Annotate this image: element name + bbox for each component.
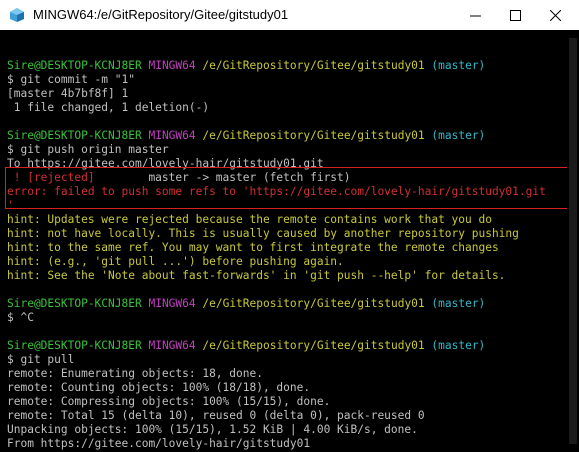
prompt-shell: MINGW64 [148, 339, 196, 352]
command-commit: $ git commit -m "1" [7, 73, 135, 86]
title-bar[interactable]: MINGW64:/e/GitRepository/Gitee/gitstudy0… [0, 0, 579, 30]
output-line: remote: Compressing objects: 100% (15/15… [7, 395, 331, 408]
prompt-line: Sire@DESKTOP-KCNJ8ER MINGW64 /e/GitRepos… [7, 59, 485, 73]
close-icon [549, 9, 561, 21]
terminal-output[interactable]: Sire@DESKTOP-KCNJ8ER MINGW64 /e/GitRepos… [4, 30, 567, 452]
hint-line: hint: not have locally. This is usually … [7, 227, 519, 240]
maximize-button[interactable] [495, 0, 535, 30]
minimize-icon [469, 15, 481, 16]
hint-line: hint: (e.g., 'git pull ...') before push… [7, 255, 344, 268]
prompt-line: Sire@DESKTOP-KCNJ8ER MINGW64 /e/GitRepos… [7, 129, 485, 143]
command-pull: $ git pull [7, 353, 75, 366]
prompt-line: Sire@DESKTOP-KCNJ8ER MINGW64 /e/GitRepos… [7, 339, 485, 353]
window-title: MINGW64:/e/GitRepository/Gitee/gitstudy0… [33, 7, 289, 22]
prompt-user-host: Sire@DESKTOP-KCNJ8ER [7, 129, 142, 142]
prompt-path: /e/GitRepository/Gitee/gitstudy01 [202, 297, 425, 310]
prompt-line: Sire@DESKTOP-KCNJ8ER MINGW64 /e/GitRepos… [7, 297, 485, 311]
prompt-shell: MINGW64 [148, 297, 196, 310]
output-line: [master 4b7bf8f] 1 [7, 87, 129, 100]
prompt-path: /e/GitRepository/Gitee/gitstudy01 [202, 339, 425, 352]
prompt-branch: (master) [431, 59, 486, 72]
hint-line: hint: See the 'Note about fast-forwards'… [7, 269, 506, 282]
output-line: remote: Enumerating objects: 18, done. [7, 367, 263, 380]
prompt-shell: MINGW64 [148, 59, 196, 72]
prompt-branch: (master) [431, 129, 486, 142]
prompt-path: /e/GitRepository/Gitee/gitstudy01 [202, 129, 425, 142]
close-button[interactable] [535, 0, 575, 30]
scrollbar-thumb[interactable] [569, 38, 577, 444]
mingw-app-icon[interactable] [9, 7, 25, 23]
output-line: 1 file changed, 1 deletion(-) [7, 101, 210, 114]
prompt-path: /e/GitRepository/Gitee/gitstudy01 [202, 59, 425, 72]
command-ctrl-c: $ ^C [7, 311, 34, 324]
command-push: $ git push origin master [7, 143, 169, 156]
output-line: remote: Total 15 (delta 10), reused 0 (d… [7, 409, 425, 422]
output-line: remote: Counting objects: 100% (18/18), … [7, 381, 311, 394]
prompt-user-host: Sire@DESKTOP-KCNJ8ER [7, 297, 142, 310]
prompt-branch: (master) [431, 339, 486, 352]
hint-line: hint: to the same ref. You may want to f… [7, 241, 499, 254]
maximize-icon [509, 9, 521, 21]
minimize-button[interactable] [455, 0, 495, 30]
terminal-window: MINGW64:/e/GitRepository/Gitee/gitstudy0… [0, 0, 579, 452]
hint-line: hint: Updates were rejected because the … [7, 213, 492, 226]
prompt-branch: (master) [431, 297, 486, 310]
vertical-scrollbar[interactable] [567, 30, 579, 452]
prompt-shell: MINGW64 [148, 129, 196, 142]
prompt-user-host: Sire@DESKTOP-KCNJ8ER [7, 59, 142, 72]
error-highlight-box [5, 167, 567, 209]
output-line: Unpacking objects: 100% (15/15), 1.52 Ki… [7, 423, 418, 436]
prompt-user-host: Sire@DESKTOP-KCNJ8ER [7, 339, 142, 352]
output-line: From https://gitee.com/lovely-hair/gitst… [7, 437, 311, 450]
